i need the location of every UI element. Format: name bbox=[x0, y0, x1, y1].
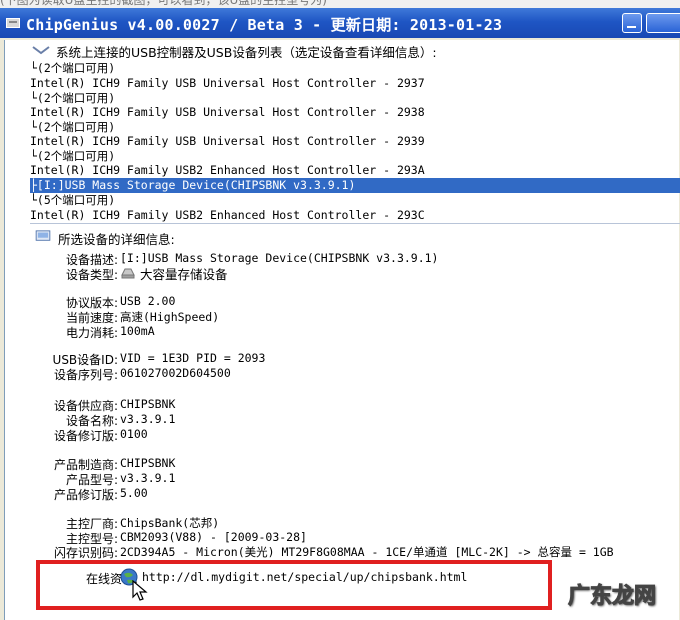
usb-tree-icon bbox=[32, 46, 50, 55]
device-list-item[interactable]: Intel(R) ICH9 Family USB2 Enhanced Host … bbox=[30, 163, 680, 178]
details-header: 所选设备的详细信息: bbox=[58, 232, 175, 247]
device-list-item[interactable]: ├[I:]USB Mass Storage Device(CHIPSBNK v3… bbox=[30, 178, 680, 193]
mfr-value: CHIPSBNK bbox=[120, 456, 176, 470]
device-list-item[interactable]: Intel(R) ICH9 Family USB Universal Host … bbox=[30, 134, 680, 149]
serial-value: 061027002D604500 bbox=[120, 366, 231, 380]
device-list-item[interactable]: Intel(R) ICH9 Family USB Universal Host … bbox=[30, 105, 680, 120]
highlight-box bbox=[36, 560, 552, 610]
device-list-item[interactable]: Intel(R) ICH9 Family USB Universal Host … bbox=[30, 76, 680, 91]
device-list-header: 系统上连接的USB控制器及USB设备列表（选定设备查看详细信息）: bbox=[56, 45, 437, 60]
device-list-item[interactable]: └(2个端口可用) bbox=[30, 61, 680, 76]
prodrev-value: 5.00 bbox=[120, 486, 148, 500]
drive-icon bbox=[121, 268, 135, 279]
minimize-button[interactable] bbox=[622, 13, 642, 33]
speed-value: 高速(HighSpeed) bbox=[120, 310, 220, 324]
desc-value: [I:]USB Mass Storage Device(CHIPSBNK v3.… bbox=[120, 251, 439, 265]
model-value: v3.3.9.1 bbox=[120, 471, 176, 485]
section-divider bbox=[30, 223, 680, 224]
mouse-cursor-icon bbox=[132, 580, 148, 601]
device-list-item[interactable]: Intel(R) ICH9 Family USB2 Enhanced Host … bbox=[30, 208, 680, 223]
details-icon bbox=[35, 230, 51, 241]
prodrev-label: 产品修订版: bbox=[53, 488, 118, 502]
flash-id-label: 闪存识别码: bbox=[53, 546, 118, 560]
vendor-value: CHIPSBNK bbox=[120, 397, 176, 411]
ctrl-model-value: CBM2093(V88) - [2009-03-28] bbox=[120, 530, 307, 544]
device-list-item[interactable]: └(5个端口可用) bbox=[30, 193, 680, 208]
type-value: 大容量存储设备 bbox=[140, 267, 228, 282]
device-list-item[interactable]: └(2个端口可用) bbox=[30, 91, 680, 106]
protocol-value: USB 2.00 bbox=[120, 294, 176, 308]
maximize-button[interactable] bbox=[646, 13, 680, 33]
top-partial-strip: (下图为读取U盘主控的截图，可以看到，该U盘的主控型号为) bbox=[0, 0, 680, 8]
device-list-item[interactable]: └(2个端口可用) bbox=[30, 120, 680, 135]
type-label: 设备类型: bbox=[65, 268, 118, 282]
power-value: 100mA bbox=[120, 324, 155, 338]
devrev-label: 设备修订版: bbox=[53, 429, 118, 443]
device-list-item[interactable]: └(2个端口可用) bbox=[30, 149, 680, 164]
usbid-value: VID = 1E3D PID = 2093 bbox=[120, 351, 266, 365]
app-icon bbox=[6, 18, 20, 28]
watermark: 广东龙网 bbox=[567, 584, 657, 610]
devrev-value: 0100 bbox=[120, 427, 148, 441]
partial-top-text: (下图为读取U盘主控的截图，可以看到，该U盘的主控型号为) bbox=[0, 0, 327, 7]
power-label: 电力消耗: bbox=[65, 326, 118, 340]
window-title: ChipGenius v4.00.0027 / Beta 3 - 更新日期: 2… bbox=[26, 16, 503, 34]
devname-value: v3.3.9.1 bbox=[120, 412, 176, 426]
serial-label: 设备序列号: bbox=[53, 368, 118, 382]
title-bar[interactable]: ChipGenius v4.00.0027 / Beta 3 - 更新日期: 2… bbox=[0, 8, 680, 38]
flash-id-value: 2CD394A5 - Micron(美光) MT29F8G08MAA - 1CE… bbox=[120, 545, 614, 559]
ctrl-vendor-value: ChipsBank(芯邦) bbox=[120, 516, 220, 530]
